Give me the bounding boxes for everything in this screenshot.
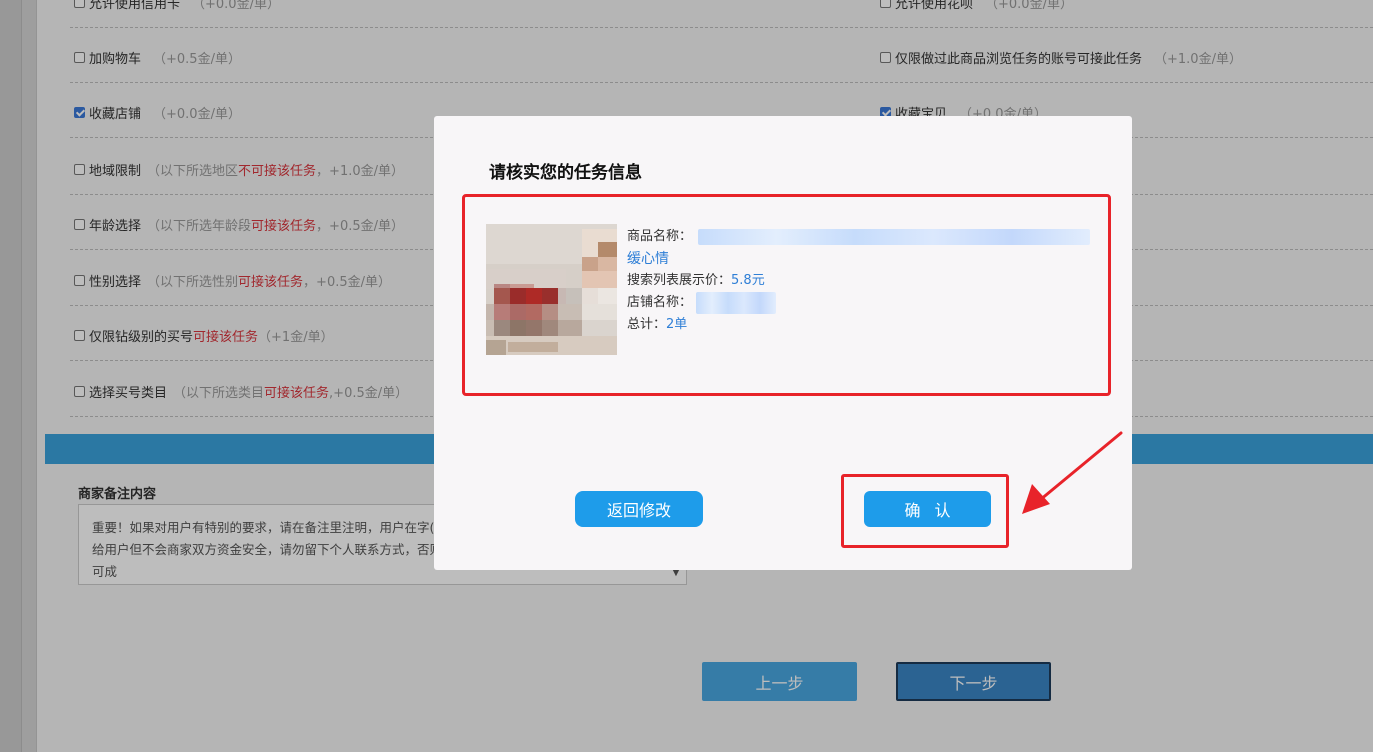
blurred-shop-name [696, 292, 777, 314]
back-edit-button[interactable]: 返回修改 [575, 491, 703, 527]
total-row: 总计： 2单 [627, 317, 688, 332]
confirm-button[interactable]: 确认 [864, 491, 991, 527]
shop-row: 店铺名称： [627, 292, 1090, 314]
product-name-row: 商品名称： [627, 226, 1091, 248]
product-image [486, 224, 617, 355]
modal-title: 请核实您的任务信息 [489, 163, 642, 183]
price-row: 搜索列表展示价： 5.8元 [627, 273, 765, 288]
blurred-product-name [698, 229, 1091, 245]
product-info: 商品名称： 缓心情 搜索列表展示价： 5.8元 店铺名称： 总计： 2单 [627, 226, 1091, 336]
confirm-modal: 请核实您的任务信息 商品名称： 缓心情 搜索列表展示价： 5.8元 店铺名称： … [434, 116, 1132, 570]
product-name-suffix: 缓心情 [627, 251, 669, 267]
